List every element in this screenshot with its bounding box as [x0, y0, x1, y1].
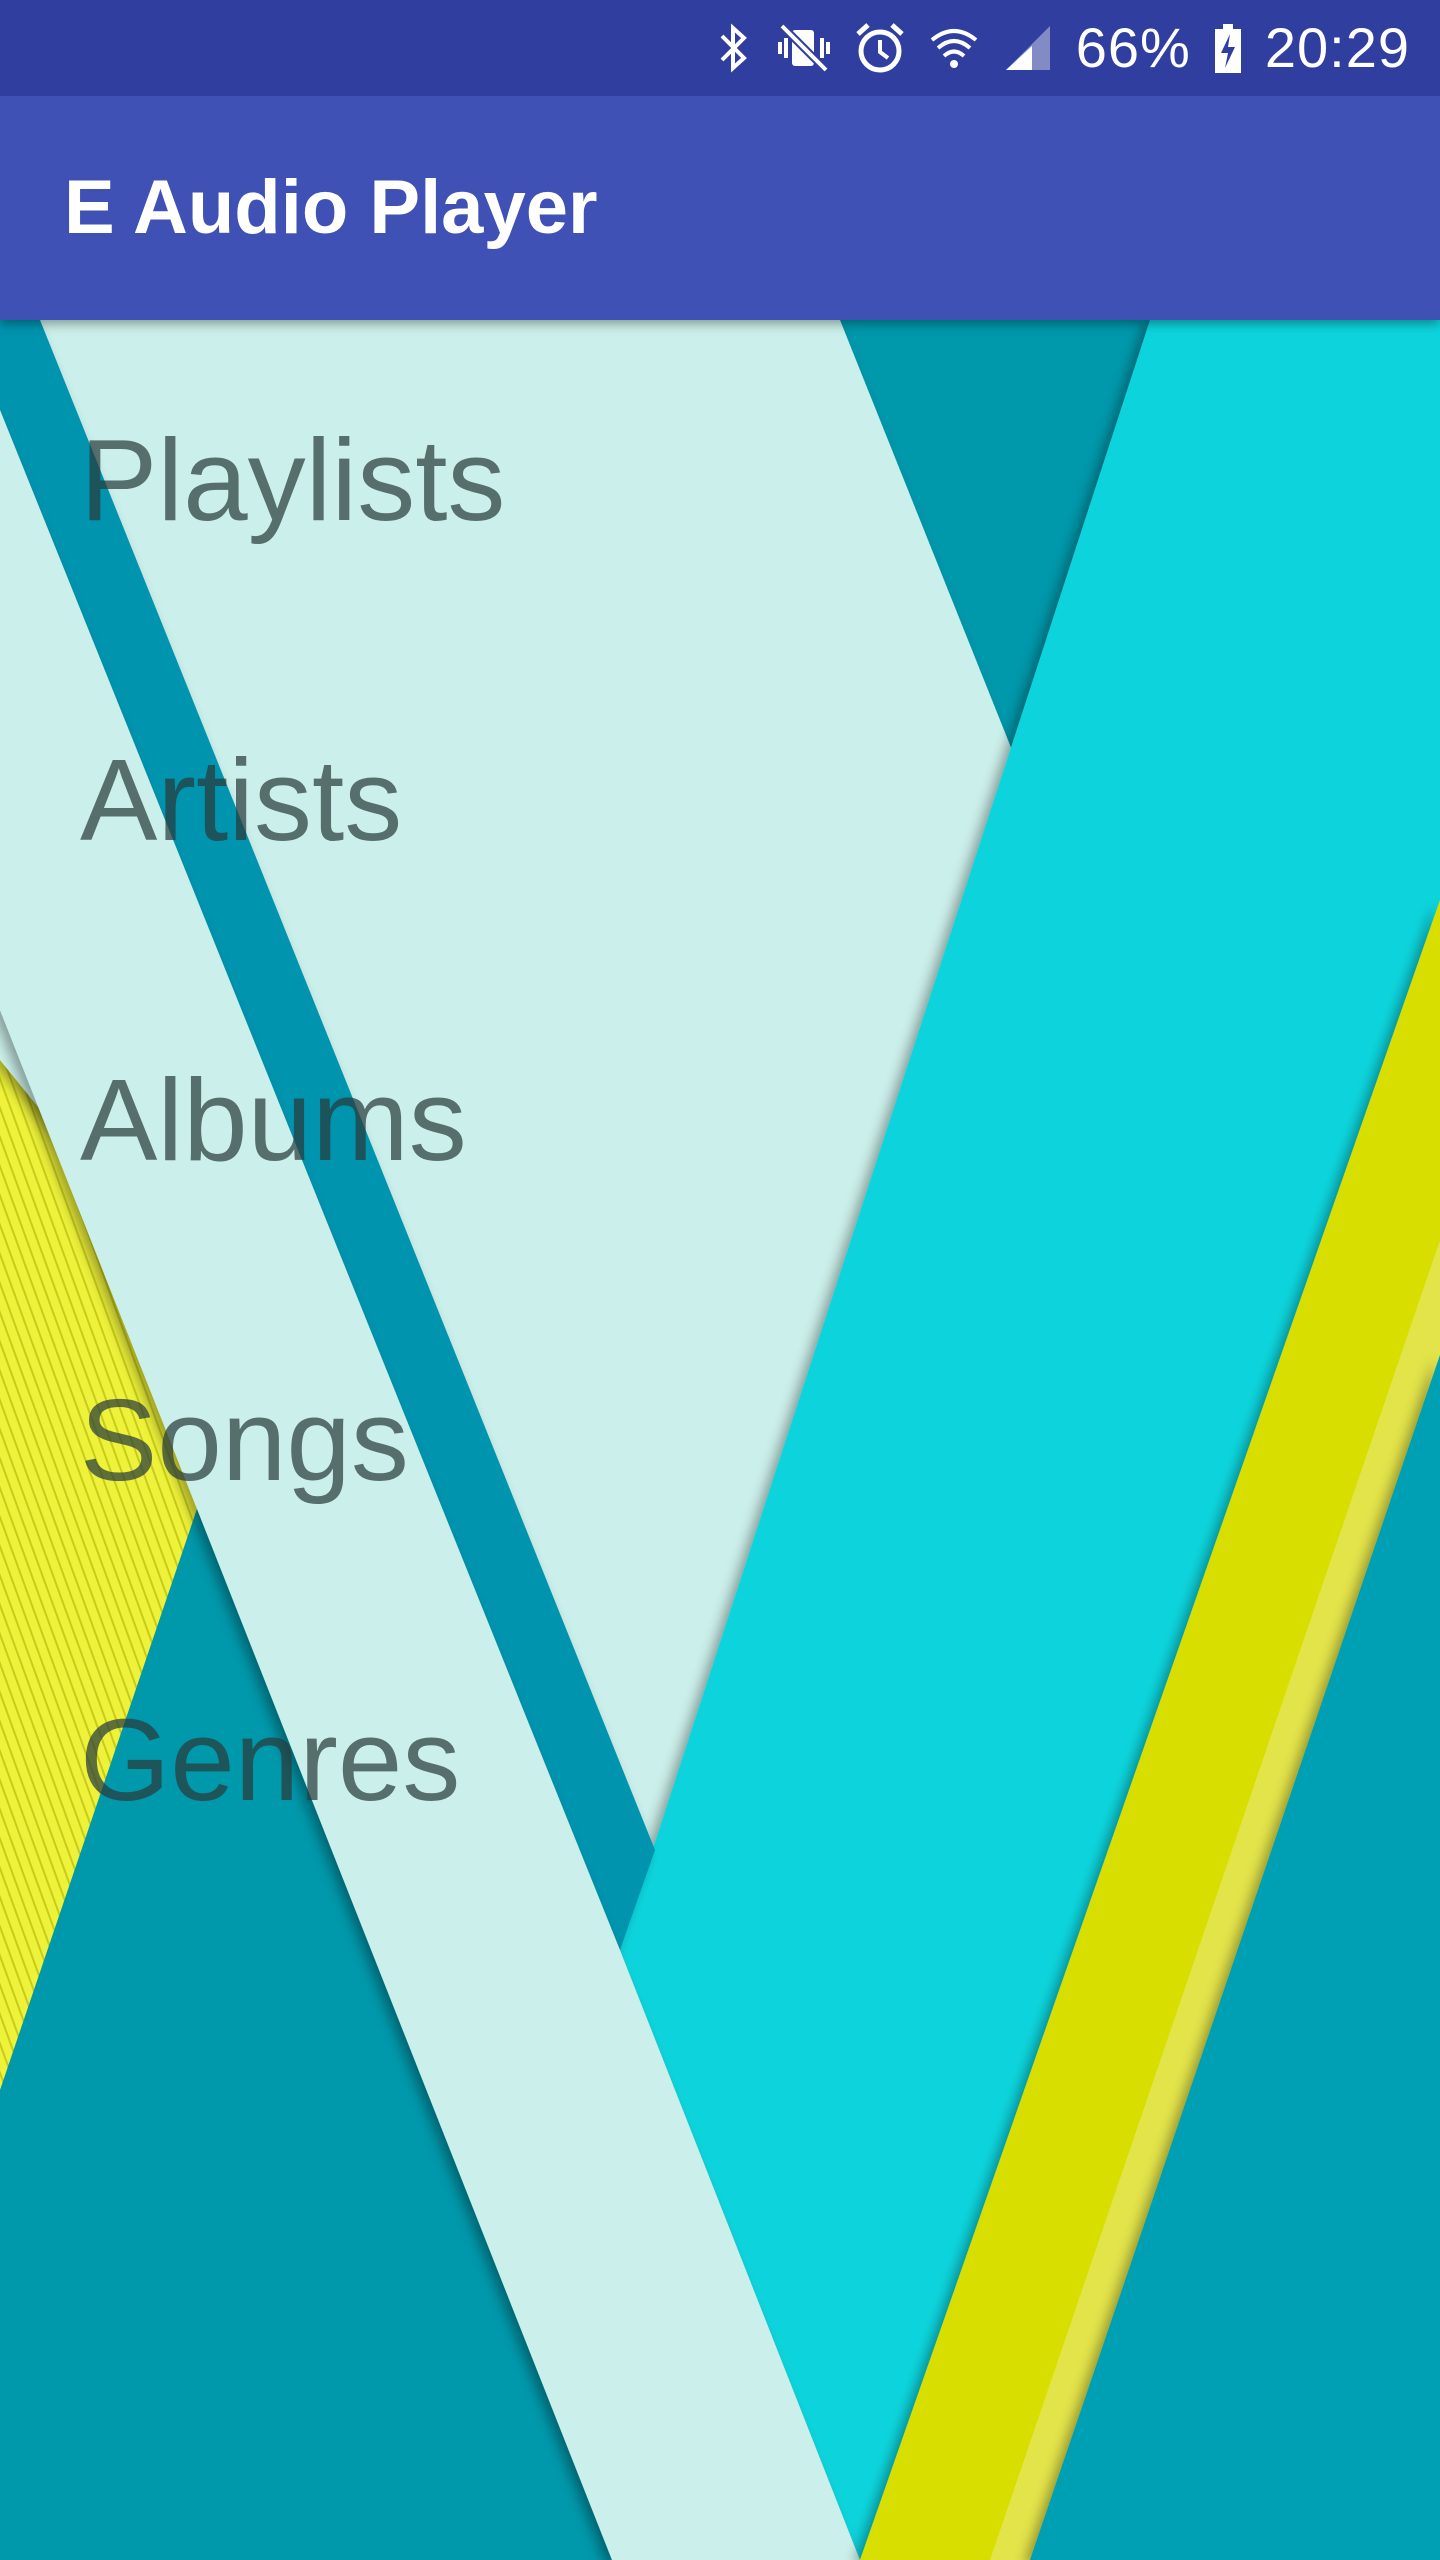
alarm-icon	[854, 20, 906, 76]
app-title: E Audio Player	[64, 165, 598, 250]
screen: 66% 20:29 E Audio Player Playlists Artis…	[0, 0, 1440, 2560]
status-icons: 66% 20:29	[714, 0, 1410, 96]
vibrate-mute-icon	[776, 20, 832, 76]
app-bar: E Audio Player	[0, 96, 1440, 320]
status-bar: 66% 20:29	[0, 0, 1440, 96]
clock: 20:29	[1264, 16, 1410, 79]
menu-item-artists[interactable]: Artists	[0, 640, 1440, 960]
wifi-icon	[928, 20, 980, 76]
menu-item-genres[interactable]: Genres	[0, 1600, 1440, 1920]
bluetooth-icon	[714, 20, 754, 76]
cell-signal-icon	[1002, 20, 1054, 76]
menu-item-albums[interactable]: Albums	[0, 960, 1440, 1280]
menu-item-songs[interactable]: Songs	[0, 1280, 1440, 1600]
battery-percentage: 66%	[1075, 16, 1191, 79]
menu-item-playlists[interactable]: Playlists	[0, 320, 1440, 640]
library-menu: Playlists Artists Albums Songs Genres	[0, 320, 1440, 1920]
battery-charging-icon	[1213, 20, 1243, 76]
